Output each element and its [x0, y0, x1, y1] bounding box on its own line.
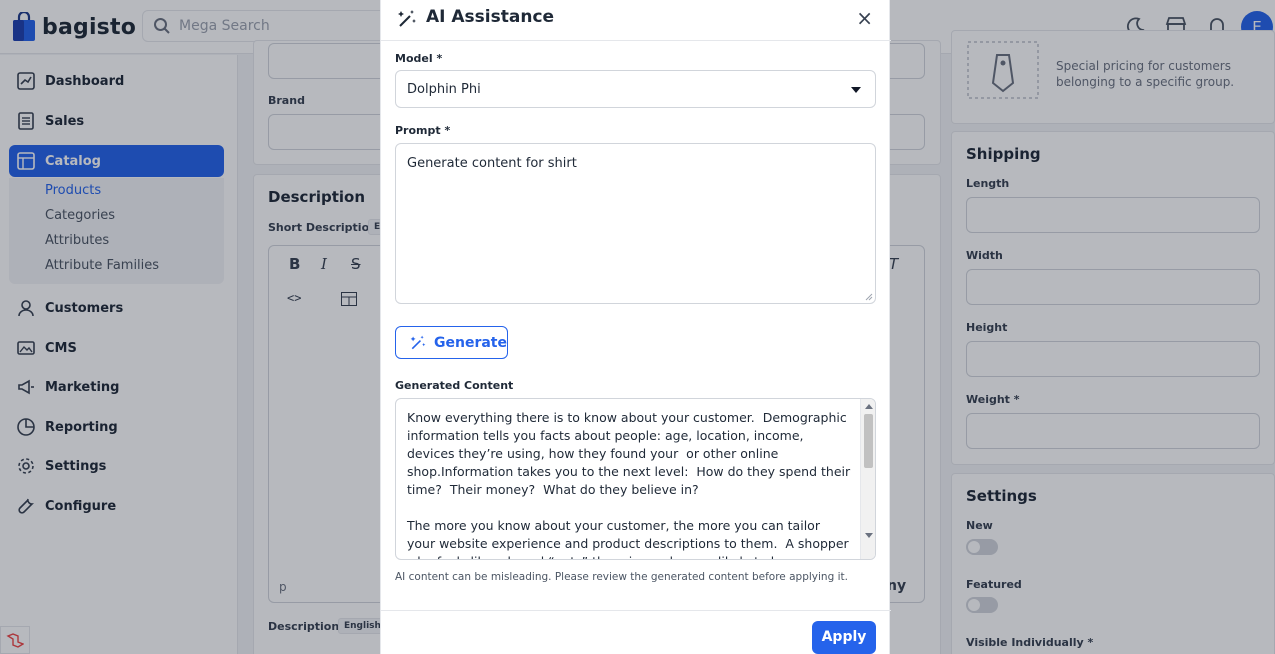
- prompt-label: Prompt *: [395, 124, 451, 137]
- prompt-textarea[interactable]: Generate content for shirt: [395, 143, 876, 304]
- model-value: Dolphin Phi: [407, 82, 481, 97]
- model-select[interactable]: Dolphin Phi: [395, 70, 876, 108]
- generated-content-text: Know everything there is to know about y…: [407, 410, 851, 559]
- ai-assistance-modal: AI Assistance × Model * Dolphin Phi Prom…: [380, 0, 891, 654]
- generated-content-label: Generated Content: [395, 379, 514, 392]
- scroll-up-arrow-icon[interactable]: [865, 404, 873, 409]
- resize-handle-icon[interactable]: [865, 293, 873, 301]
- ai-disclaimer: AI content can be misleading. Please rev…: [395, 571, 848, 583]
- apply-button[interactable]: Apply: [812, 621, 876, 654]
- generated-content-textarea[interactable]: Know everything there is to know about y…: [395, 398, 876, 560]
- modal-title: AI Assistance: [426, 7, 555, 27]
- close-icon[interactable]: ×: [856, 6, 873, 30]
- modal-header: AI Assistance ×: [381, 0, 891, 41]
- magic-wand-icon: [398, 10, 416, 27]
- scrollbar-thumb[interactable]: [864, 414, 873, 468]
- chevron-down-icon: [851, 87, 861, 93]
- model-label: Model *: [395, 52, 443, 65]
- generate-button[interactable]: Generate: [395, 326, 508, 359]
- scroll-down-arrow-icon[interactable]: [865, 533, 873, 538]
- generate-label: Generate: [434, 334, 507, 351]
- magic-wand-icon: [410, 335, 426, 349]
- scrollbar[interactable]: [860, 399, 875, 559]
- prompt-value: Generate content for shirt: [407, 156, 577, 171]
